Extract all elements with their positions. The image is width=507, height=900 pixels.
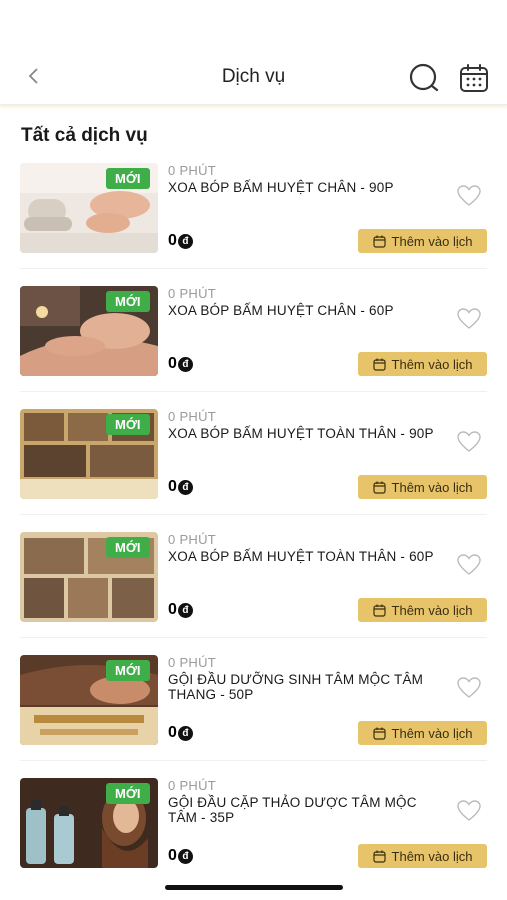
service-item[interactable]: MỚI 0 PHÚT XOA BÓP BẤM HUYỆT CHÂN - 60P … <box>0 283 507 406</box>
price-value: 0 <box>168 724 177 741</box>
add-to-calendar-button[interactable]: Thêm vào lịch <box>358 721 487 745</box>
service-price: 0đ <box>168 847 193 865</box>
calendar-icon <box>372 358 386 371</box>
service-item[interactable]: MỚI 0 PHÚT GỘI ĐẦU CẶP THẢO DƯỢC TÂM MỘC… <box>0 775 507 898</box>
price-value: 0 <box>168 478 177 495</box>
price-value: 0 <box>168 355 177 372</box>
service-price: 0đ <box>168 232 193 250</box>
calendar-icon <box>372 604 386 617</box>
service-name: XOA BÓP BẤM HUYỆT CHÂN - 60P <box>168 303 394 318</box>
calendar-icon <box>372 481 386 494</box>
service-price: 0đ <box>168 478 193 496</box>
service-item[interactable]: MỚI 0 PHÚT XOA BÓP BẤM HUYỆT TOÀN THÂN -… <box>0 529 507 652</box>
add-button-label: Thêm vào lịch <box>391 233 473 249</box>
currency-icon: đ <box>177 479 193 495</box>
divider <box>20 268 487 269</box>
service-duration: 0 PHÚT <box>168 655 217 670</box>
heart-icon[interactable] <box>456 553 482 577</box>
service-item[interactable]: MỚI 0 PHÚT XOA BÓP BẤM HUYỆT TOÀN THÂN -… <box>0 406 507 529</box>
currency-icon: đ <box>177 233 193 249</box>
heart-icon[interactable] <box>456 184 482 208</box>
new-badge: MỚI <box>106 537 150 558</box>
currency-icon: đ <box>177 848 193 864</box>
new-badge: MỚI <box>106 414 150 435</box>
currency-icon: đ <box>177 356 193 372</box>
calendar-icon <box>372 235 386 248</box>
divider <box>20 514 487 515</box>
service-price: 0đ <box>168 601 193 619</box>
service-name: XOA BÓP BẤM HUYỆT CHÂN - 90P <box>168 180 394 195</box>
divider <box>20 637 487 638</box>
calendar-icon <box>372 727 386 740</box>
add-button-label: Thêm vào lịch <box>391 356 473 372</box>
price-value: 0 <box>168 601 177 618</box>
add-to-calendar-button[interactable]: Thêm vào lịch <box>358 844 487 868</box>
divider <box>20 760 487 761</box>
service-price: 0đ <box>168 724 193 742</box>
currency-icon: đ <box>177 602 193 618</box>
divider <box>20 391 487 392</box>
home-indicator <box>165 885 343 890</box>
add-button-label: Thêm vào lịch <box>391 725 473 741</box>
service-duration: 0 PHÚT <box>168 778 217 793</box>
add-to-calendar-button[interactable]: Thêm vào lịch <box>358 475 487 499</box>
service-duration: 0 PHÚT <box>168 286 217 301</box>
calendar-icon[interactable] <box>458 62 490 94</box>
search-icon[interactable] <box>408 62 440 94</box>
add-to-calendar-button[interactable]: Thêm vào lịch <box>358 598 487 622</box>
add-button-label: Thêm vào lịch <box>391 848 473 864</box>
heart-icon[interactable] <box>456 430 482 454</box>
add-button-label: Thêm vào lịch <box>391 602 473 618</box>
currency-icon: đ <box>177 725 193 741</box>
service-price: 0đ <box>168 355 193 373</box>
price-value: 0 <box>168 232 177 249</box>
new-badge: MỚI <box>106 168 150 189</box>
service-item[interactable]: MỚI 0 PHÚT XOA BÓP BẤM HUYỆT CHÂN - 90P … <box>0 160 507 283</box>
calendar-icon <box>372 850 386 863</box>
service-name: GỘI ĐẦU CẶP THẢO DƯỢC TÂM MỘC TÂM - 35P <box>168 795 417 825</box>
service-name: GỘI ĐẦU DƯỠNG SINH TÂM MỘC TÂM THANG - 5… <box>168 672 424 702</box>
heart-icon[interactable] <box>456 676 482 700</box>
new-badge: MỚI <box>106 291 150 312</box>
section-title: Tất cả dịch vụ <box>21 125 148 146</box>
add-button-label: Thêm vào lịch <box>391 479 473 495</box>
add-to-calendar-button[interactable]: Thêm vào lịch <box>358 352 487 376</box>
service-item[interactable]: MỚI 0 PHÚT GỘI ĐẦU DƯỠNG SINH TÂM MỘC TÂ… <box>0 652 507 775</box>
service-duration: 0 PHÚT <box>168 163 217 178</box>
heart-icon[interactable] <box>456 799 482 823</box>
add-to-calendar-button[interactable]: Thêm vào lịch <box>358 229 487 253</box>
service-duration: 0 PHÚT <box>168 532 217 547</box>
service-duration: 0 PHÚT <box>168 409 217 424</box>
new-badge: MỚI <box>106 660 150 681</box>
new-badge: MỚI <box>106 783 150 804</box>
heart-icon[interactable] <box>456 307 482 331</box>
service-name: XOA BÓP BẤM HUYỆT TOÀN THÂN - 60P <box>168 549 434 564</box>
price-value: 0 <box>168 847 177 864</box>
app-header: Dịch vụ <box>0 0 507 105</box>
service-name: XOA BÓP BẤM HUYỆT TOÀN THÂN - 90P <box>168 426 434 441</box>
